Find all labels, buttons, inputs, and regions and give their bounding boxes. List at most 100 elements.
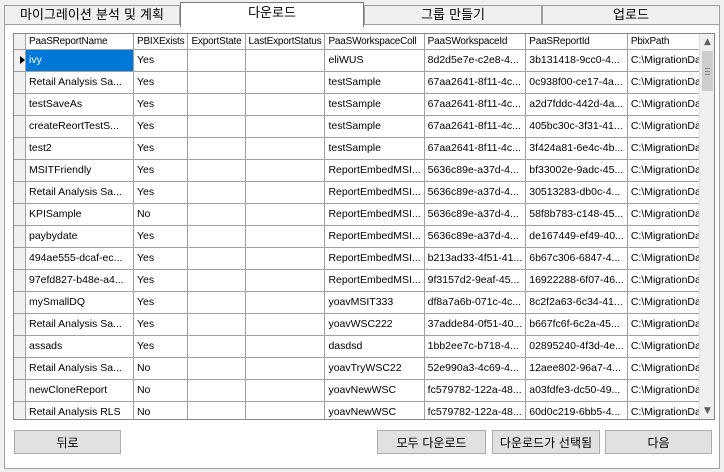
column-header-exportstate[interactable]: ExportState [187,34,246,50]
table-cell[interactable]: 16922288-6f07-46... [525,269,628,292]
vertical-scrollbar[interactable]: ▲ ▼ [699,34,714,419]
table-cell[interactable]: 6b67c306-6847-4... [525,247,628,270]
table-cell[interactable] [187,379,246,402]
table-cell[interactable]: de167449-ef49-40... [525,225,628,248]
table-cell[interactable] [187,181,246,204]
table-cell[interactable] [245,357,326,380]
table-cell[interactable]: C:\MigrationData\... [627,247,700,270]
column-header-pbixexists[interactable]: PBIXExists [133,34,189,50]
scroll-down-icon[interactable]: ▼ [700,403,714,419]
table-cell[interactable]: 97efd827-b48e-a4... [25,269,134,292]
table-cell[interactable] [187,247,246,270]
table-cell[interactable]: 5636c89e-a37d-4... [424,159,527,182]
table-cell[interactable] [187,159,246,182]
table-cell[interactable] [245,159,326,182]
table-cell[interactable]: 494ae555-dcaf-ec... [25,247,134,270]
column-header-pbixpath[interactable]: PbixPath [627,34,700,50]
table-cell[interactable] [187,49,246,72]
table-cell[interactable]: C:\MigrationData\... [627,49,700,72]
row-header[interactable] [14,247,26,270]
table-cell[interactable]: 8c2f2a63-6c34-41... [525,291,628,314]
table-cell[interactable]: ivy [25,49,134,72]
table-cell[interactable] [187,115,246,138]
table-cell[interactable]: Yes [133,335,189,358]
table-cell[interactable]: 3f424a81-6e4c-4b... [525,137,628,160]
table-cell[interactable]: ReportEmbedMSI... [324,159,425,182]
table-cell[interactable]: 1bb2ee7c-b718-4... [424,335,527,358]
table-cell[interactable]: Yes [133,115,189,138]
table-cell[interactable]: testSample [324,137,425,160]
table-cell[interactable]: 12aee802-96a7-4... [525,357,628,380]
table-cell[interactable]: fc579782-122a-48... [424,401,527,419]
table-row[interactable]: 97efd827-b48e-a4... Yes ReportEmbedMSI... 9… [14,269,700,292]
row-header[interactable] [14,137,26,160]
table-cell[interactable]: Retail Analysis RLS [25,401,134,419]
table-cell[interactable]: No [133,357,189,380]
table-cell[interactable] [187,203,246,226]
table-cell[interactable]: 67aa2641-8f11-4c... [424,93,527,116]
row-header[interactable] [14,159,26,182]
table-cell[interactable]: Yes [133,225,189,248]
table-cell[interactable]: fc579782-122a-48... [424,379,527,402]
table-cell[interactable]: Yes [133,71,189,94]
table-cell[interactable]: Retail Analysis Sa... [25,71,134,94]
table-cell[interactable]: C:\MigrationData\... [627,181,700,204]
table-row[interactable]: Retail Analysis Sa... Yes yoavWSC222 37adde… [14,313,700,336]
scrollbar-thumb[interactable] [702,51,713,91]
column-header-paasworkspacecoll[interactable]: PaaSWorkspaceColl [324,34,425,50]
table-row[interactable]: assads Yes dasdsd 1bb2ee7c-b718-4... 0289524… [14,335,700,358]
table-cell[interactable]: No [133,203,189,226]
row-header[interactable] [14,181,26,204]
reports-grid[interactable]: PaaSReportName PBIXExists ExportState La… [13,33,715,420]
table-cell[interactable]: eliWUS [324,49,425,72]
row-header[interactable] [14,335,26,358]
column-header-paasworkspaceid[interactable]: PaaSWorkspaceId [424,34,527,50]
tab-upload[interactable]: 업로드 [542,5,720,26]
table-cell[interactable] [245,401,326,419]
row-header[interactable] [14,401,26,419]
next-button[interactable]: 다음 [605,430,712,454]
table-cell[interactable]: newCloneReport [25,379,134,402]
table-cell[interactable]: 9f3157d2-9eaf-45... [424,269,527,292]
table-row[interactable]: newCloneReport No yoavNewWSC fc579782-122a-… [14,379,700,402]
table-row[interactable]: KPISample No ReportEmbedMSI... 5636c89e-a37… [14,203,700,226]
table-cell[interactable]: yoavMSIT333 [324,291,425,314]
table-cell[interactable]: No [133,379,189,402]
table-cell[interactable]: 0c938f00-ce17-4a... [525,71,628,94]
table-cell[interactable]: 5636c89e-a37d-4... [424,203,527,226]
table-cell[interactable]: C:\MigrationData\... [627,93,700,116]
table-cell[interactable] [245,93,326,116]
table-row[interactable]: MSITFriendly Yes ReportEmbedMSI... 5636c89e… [14,159,700,182]
table-row[interactable]: Retail Analysis Sa... Yes testSample 67aa26… [14,71,700,94]
table-cell[interactable]: 30513283-db0c-4... [525,181,628,204]
table-cell[interactable] [245,313,326,336]
row-header[interactable] [14,357,26,380]
table-cell[interactable] [245,269,326,292]
table-cell[interactable]: C:\MigrationData\... [627,291,700,314]
row-header[interactable] [14,203,26,226]
table-cell[interactable]: Yes [133,93,189,116]
table-cell[interactable]: 405bc30c-3f31-41... [525,115,628,138]
table-row[interactable]: createReortTestS... Yes testSample 67aa2641… [14,115,700,138]
table-cell[interactable]: 67aa2641-8f11-4c... [424,115,527,138]
table-cell[interactable]: testSample [324,115,425,138]
table-cell[interactable]: a03fdfe3-dc50-49... [525,379,628,402]
table-cell[interactable]: Yes [133,247,189,270]
table-cell[interactable]: 67aa2641-8f11-4c... [424,71,527,94]
row-header[interactable] [14,269,26,292]
table-cell[interactable]: 3b131418-9cc0-4... [525,49,628,72]
table-row[interactable]: test2 Yes testSample 67aa2641-8f11-4c... 3f4… [14,137,700,160]
table-cell[interactable]: C:\MigrationData\... [627,159,700,182]
table-row[interactable]: mySmallDQ Yes yoavMSIT333 df8a7a6b-071c-4c.… [14,291,700,314]
table-cell[interactable]: testSample [324,71,425,94]
table-cell[interactable]: 8d2d5e7e-c2e8-4... [424,49,527,72]
table-cell[interactable]: Yes [133,269,189,292]
table-cell[interactable]: createReortTestS... [25,115,134,138]
table-cell[interactable]: Yes [133,137,189,160]
table-cell[interactable] [245,247,326,270]
table-row[interactable]: 494ae555-dcaf-ec... Yes ReportEmbedMSI... b… [14,247,700,270]
table-cell[interactable] [187,291,246,314]
table-cell[interactable]: Yes [133,181,189,204]
table-cell[interactable]: b667fc6f-6c2a-45... [525,313,628,336]
back-button[interactable]: 뒤로 [14,430,121,454]
